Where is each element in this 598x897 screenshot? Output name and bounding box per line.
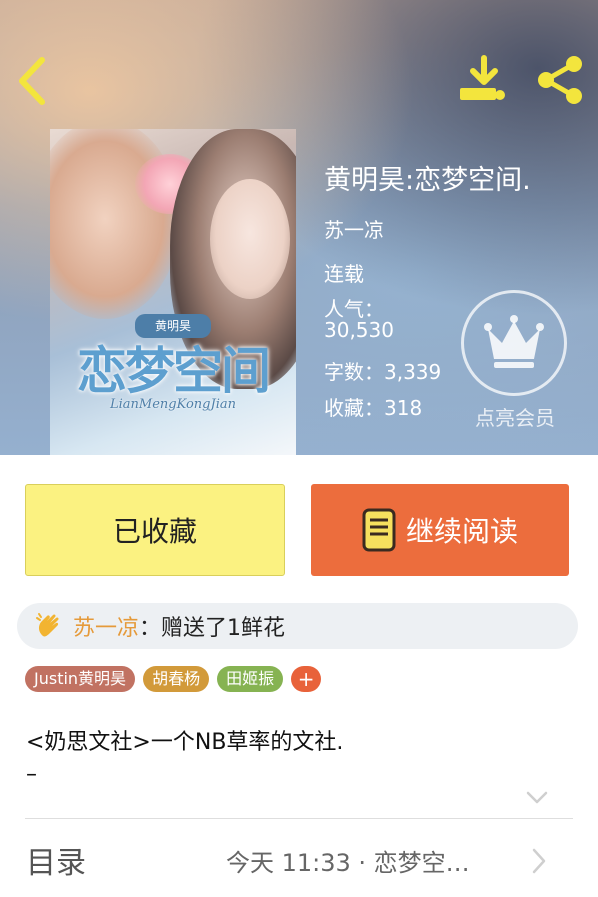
back-button[interactable] (14, 54, 54, 108)
word-count: 字数：3,339 (324, 360, 442, 384)
toc-label[interactable]: 目录 (26, 838, 86, 882)
cover-art-face (210, 179, 290, 299)
chevron-left-icon (19, 57, 45, 105)
continue-reading-label: 继续阅读 (405, 515, 518, 548)
download-button[interactable] (457, 54, 511, 104)
tag-item[interactable]: Justin黄明昊 (25, 666, 136, 692)
crown-icon (484, 315, 544, 368)
clap-icon (36, 613, 59, 637)
book-author[interactable]: 苏一凉 (324, 214, 384, 243)
favorite-count: 收藏：318 (324, 396, 423, 420)
favorited-label: 已收藏 (112, 515, 197, 548)
book-title: 黄明昊:恋梦空间. (324, 165, 531, 196)
share-button[interactable] (534, 54, 586, 106)
tag-item[interactable]: 田姬振 (217, 666, 284, 692)
vip-label[interactable]: 点亮会员 (465, 402, 565, 431)
gift-notice[interactable]: 苏一凉 ：赠送了1鲜花 (17, 603, 578, 649)
share-icon (538, 56, 582, 104)
book-icon (362, 508, 396, 552)
vip-button[interactable] (461, 290, 567, 396)
gift-text: ：赠送了1鲜花 (139, 616, 286, 641)
add-tag-button[interactable]: + (291, 666, 322, 692)
gift-user[interactable]: 苏一凉 (73, 610, 139, 642)
toc-latest-chapter[interactable]: 今天 11:33 · 恋梦空… (226, 843, 470, 878)
tag-item[interactable]: 胡春杨 (143, 666, 210, 692)
popularity-value: 30,530 (324, 318, 394, 342)
chevron-down-icon (526, 791, 548, 804)
expand-description-button[interactable] (526, 790, 548, 809)
book-cover[interactable]: 黄明昊 恋梦空间 LianMengKongJian (50, 129, 296, 455)
book-description: <奶思文社>一个NB草率的文社. (26, 730, 344, 755)
book-header: 黄明昊 恋梦空间 LianMengKongJian 黄明昊:恋梦空间. 苏一凉 … (0, 0, 598, 455)
download-icon (460, 55, 505, 100)
book-description-line2: – (26, 762, 37, 787)
chevron-right-icon (532, 848, 546, 874)
toc-open-button[interactable] (532, 848, 546, 878)
favorited-button[interactable]: 已收藏 (25, 484, 285, 576)
continue-reading-button[interactable]: 继续阅读 (311, 484, 569, 576)
tag-list: Justin黄明昊 胡春杨 田姬振 + (25, 666, 322, 692)
cover-subtitle-text: LianMengKongJian (110, 397, 236, 412)
cover-title-text: 恋梦空间 (77, 341, 271, 400)
divider (25, 818, 573, 819)
book-status: 连载 (324, 262, 364, 286)
